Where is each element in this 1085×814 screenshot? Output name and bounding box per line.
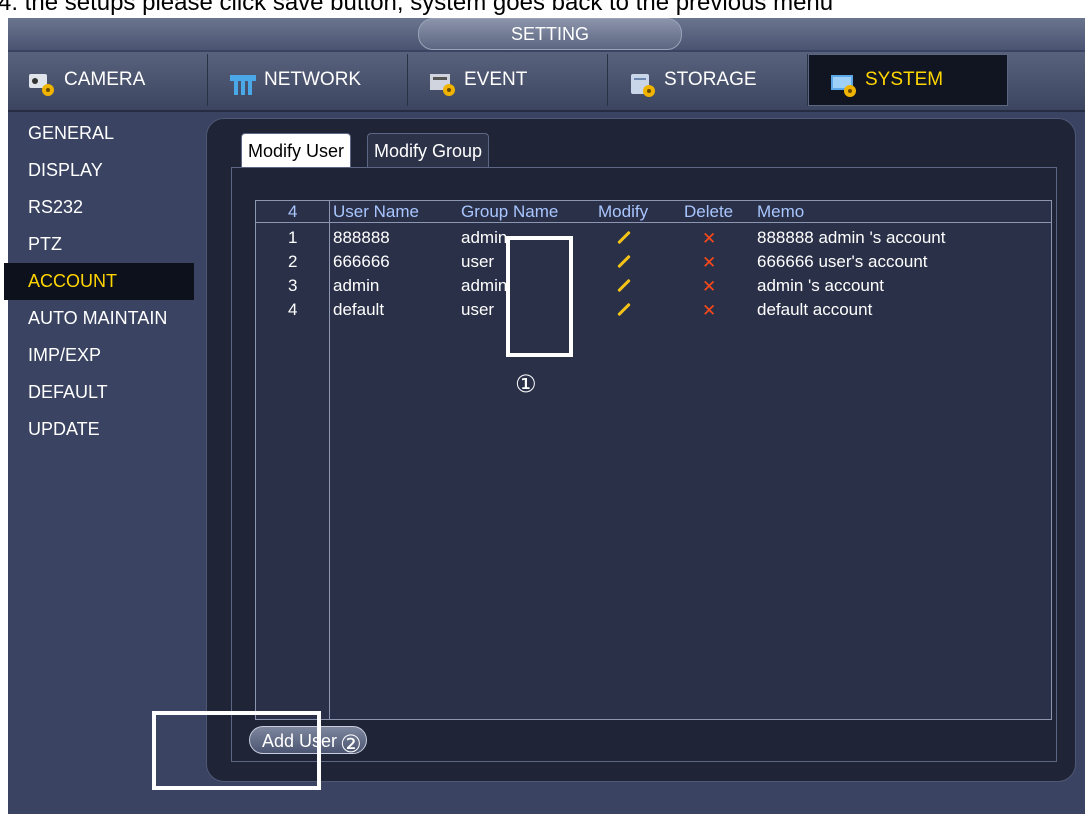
tab-modify-group[interactable]: Modify Group [367,133,490,167]
header-user-name: User Name [333,202,419,221]
header-delete: Delete [684,202,734,221]
user-count: 4 [288,202,298,221]
tab-network[interactable]: NETWORK [208,54,408,106]
sidebar-item-auto-maintain[interactable]: AUTO MAINTAIN [4,300,194,337]
row-group-name: user [461,300,495,319]
pencil-icon[interactable] [617,230,631,245]
row-index: 3 [288,276,298,295]
pencil-icon[interactable] [617,302,631,317]
close-x-icon[interactable]: ✕ [702,228,716,250]
sidebar-item-imp-exp[interactable]: IMP/EXP [4,337,194,374]
table-header: 4 User Name Group Name Modify Delete Mem… [256,201,1051,223]
instruction-caption: 4. the setups please click save button, … [0,0,834,16]
sidebar: GENERAL DISPLAY RS232 PTZ ACCOUNT AUTO M… [4,115,194,448]
tab-label: NETWORK [264,69,362,90]
callout-box-add-user [152,711,321,790]
event-gear-icon [428,67,458,96]
pencil-icon[interactable] [617,254,631,269]
row-group-name: admin [461,228,508,247]
row-group-name: admin [461,276,508,295]
title-bar: SETTING [8,18,1085,50]
row-user-name: 888888 [333,228,390,247]
close-x-icon[interactable]: ✕ [702,252,716,274]
row-user-name: 666666 [333,252,390,271]
network-icon [228,67,258,95]
row-index: 2 [288,252,298,271]
table-row[interactable]: 1 888888 admin ✕ 888888 admin 's account [256,227,1051,251]
user-table: 4 User Name Group Name Modify Delete Mem… [255,200,1052,720]
close-x-icon[interactable]: ✕ [702,276,716,298]
row-group-name: user [461,252,495,271]
row-memo: default account [757,300,873,319]
tab-label: EVENT [464,69,528,90]
row-index: 1 [288,228,298,247]
tab-storage[interactable]: STORAGE [608,54,808,106]
row-memo: 666666 user's account [757,252,928,271]
row-memo: 888888 admin 's account [757,228,946,247]
storage-gear-icon [628,67,658,97]
window-title: SETTING [418,18,682,50]
sidebar-item-account[interactable]: ACCOUNT [4,263,194,300]
camera-gear-icon [28,67,58,96]
tab-label: CAMERA [64,69,146,90]
tab-label: STORAGE [664,69,757,90]
pencil-icon[interactable] [617,278,631,293]
table-row[interactable]: 4 default user ✕ default account [256,299,1051,323]
callout-number-1: ① [515,370,537,398]
tab-system[interactable]: SYSTEM [808,54,1008,106]
sidebar-item-general[interactable]: GENERAL [4,115,194,152]
sidebar-item-display[interactable]: DISPLAY [4,152,194,189]
tab-label: SYSTEM [865,69,944,90]
sidebar-item-rs232[interactable]: RS232 [4,189,194,226]
header-memo: Memo [757,202,805,221]
header-group-name: Group Name [461,202,559,221]
system-gear-icon [829,67,859,97]
row-user-name: admin [333,276,380,295]
callout-box-group [506,236,573,357]
row-user-name: default [333,300,385,319]
table-row[interactable]: 3 admin admin ✕ admin 's account [256,275,1051,299]
main-tab-bar: CAMERA NETWORK EVENT STORAGE SYSTEM [8,52,1085,112]
tab-camera[interactable]: CAMERA [8,54,208,106]
table-row[interactable]: 2 666666 user ✕ 666666 user's account [256,251,1051,275]
tab-event[interactable]: EVENT [408,54,608,106]
row-memo: admin 's account [757,276,885,295]
sidebar-item-default[interactable]: DEFAULT [4,374,194,411]
close-x-icon[interactable]: ✕ [702,300,716,322]
row-index: 4 [288,300,298,319]
header-modify: Modify [598,202,649,221]
sidebar-item-update[interactable]: UPDATE [4,411,194,448]
callout-number-2: ② [340,730,362,758]
sidebar-item-ptz[interactable]: PTZ [4,226,194,263]
tab-modify-user[interactable]: Modify User [241,133,352,167]
